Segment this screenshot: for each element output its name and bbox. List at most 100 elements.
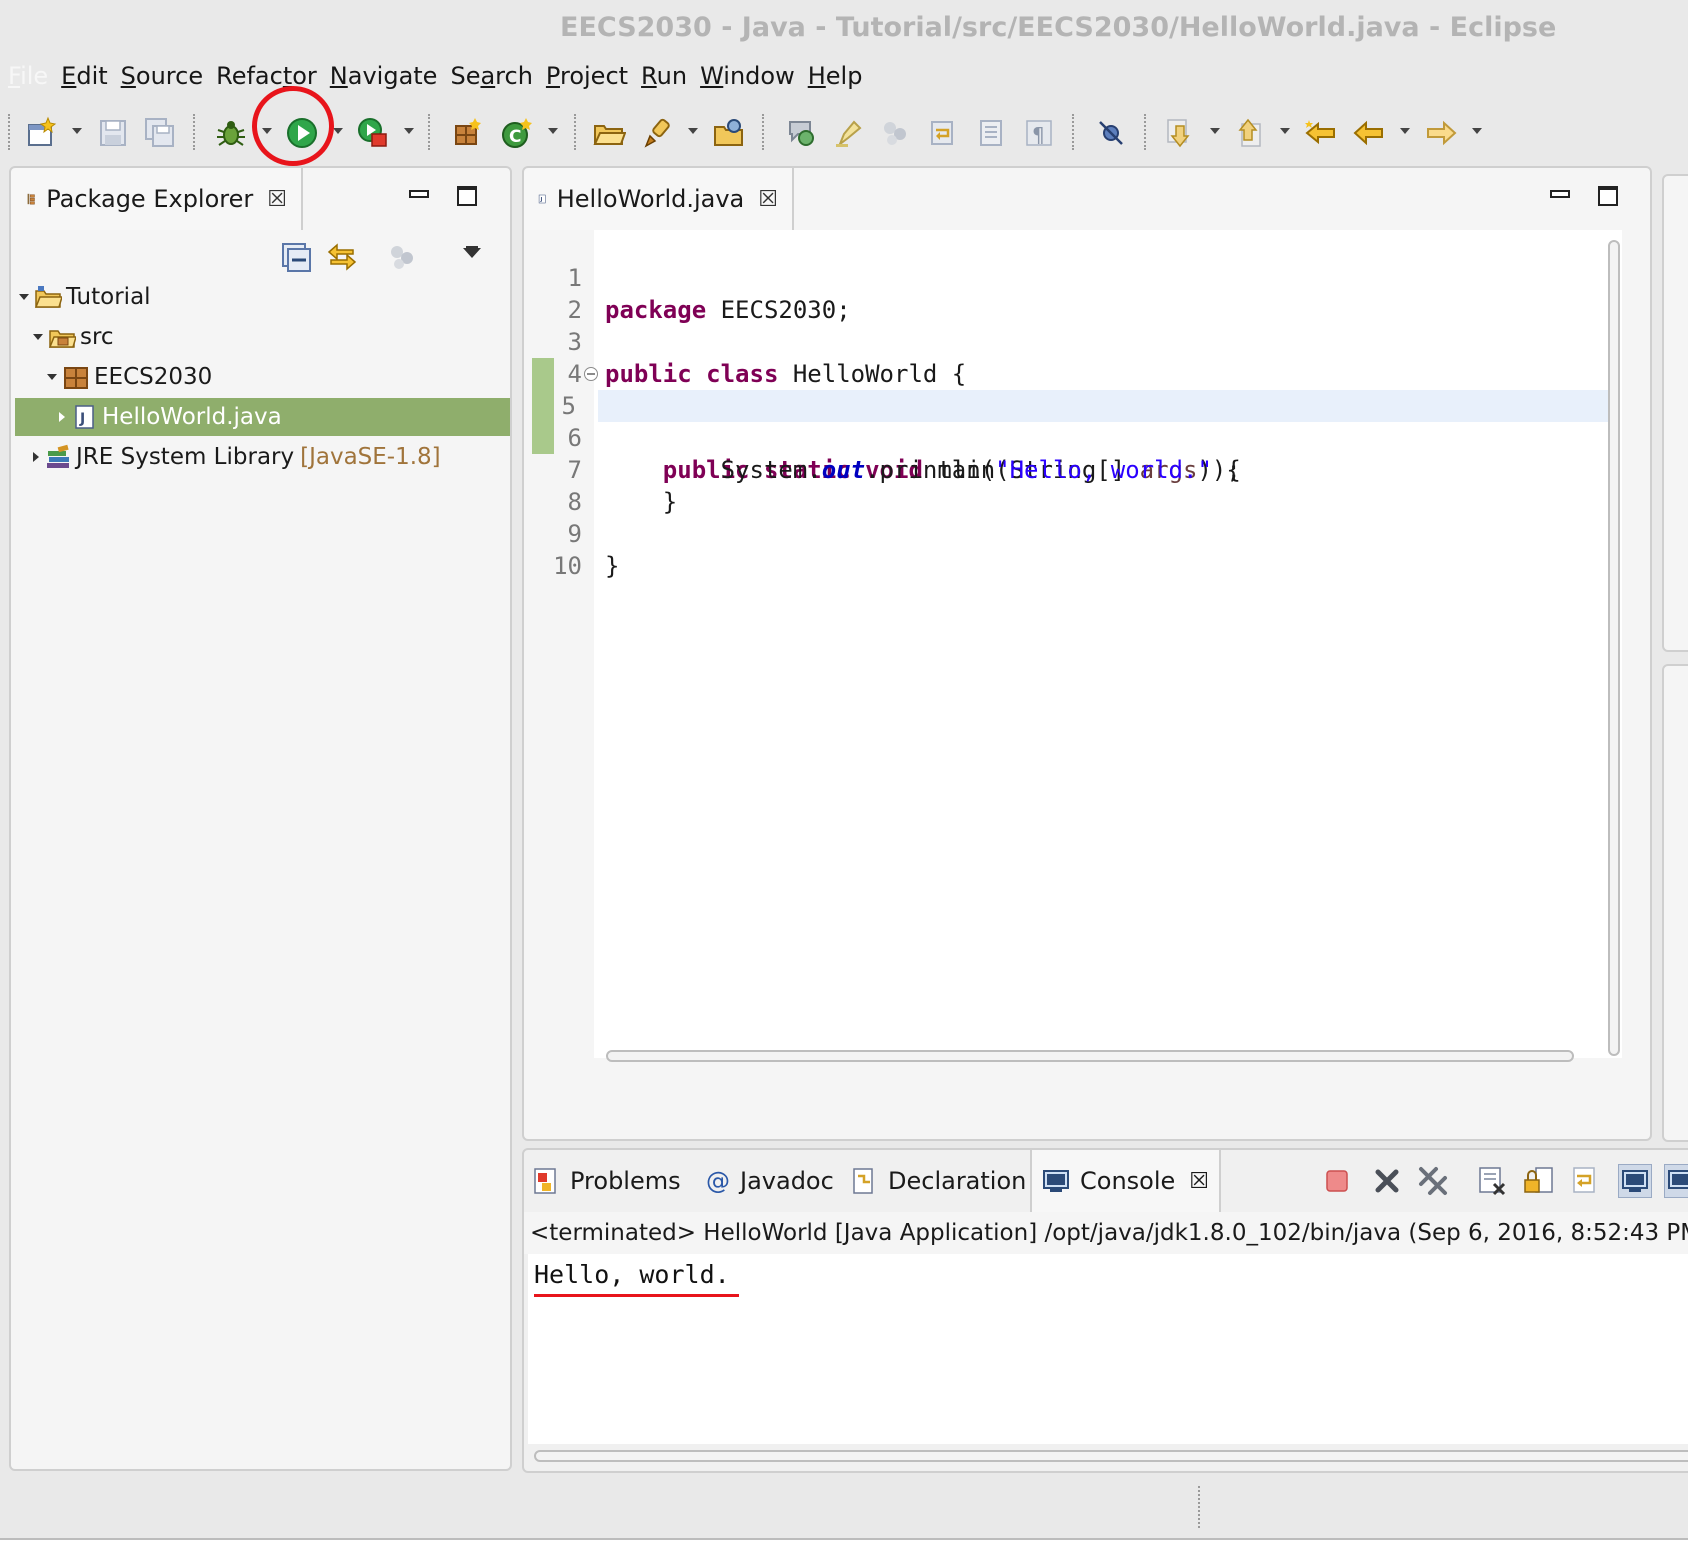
tab-console[interactable]: Console ☒ <box>1030 1150 1222 1212</box>
toggle-mark-occurrences-button[interactable] <box>784 116 818 150</box>
previous-annotation-button[interactable] <box>1232 116 1266 150</box>
tree-item-package[interactable]: EECS2030 <box>15 358 510 396</box>
close-icon[interactable]: ☒ <box>758 187 778 212</box>
close-icon[interactable]: ☒ <box>267 187 287 212</box>
tree-item-jre-library[interactable]: JRE System Library [JavaSE-1.8] <box>15 438 510 476</box>
skip-breakpoints-button[interactable] <box>1094 116 1128 150</box>
maximize-button[interactable] <box>1598 186 1618 206</box>
remove-launch-button[interactable] <box>1370 1164 1404 1198</box>
menu-navigate[interactable]: Navigate <box>317 62 438 90</box>
expand-toggle-icon[interactable] <box>47 374 57 380</box>
new-class-dropdown-arrow[interactable] <box>548 128 558 134</box>
code-line-8[interactable]: 8 <box>528 454 1622 516</box>
expand-toggle-icon[interactable] <box>33 334 43 340</box>
editor-vertical-scrollbar[interactable] <box>1608 240 1620 1056</box>
minimize-button[interactable] <box>409 190 429 198</box>
word-wrap-icon <box>1573 1167 1595 1193</box>
menu-window[interactable]: Window <box>687 62 795 90</box>
open-type-button[interactable] <box>592 116 626 150</box>
new-dropdown-arrow[interactable] <box>72 128 82 134</box>
code-line-6-current[interactable]: 6 System.out.println("Hello, world."); <box>568 390 1616 484</box>
maximize-button[interactable] <box>457 186 477 206</box>
pin-console-button[interactable] <box>1618 1164 1652 1198</box>
toggle-block-selection-button[interactable] <box>974 116 1008 150</box>
code-line-7[interactable]: 7 } <box>528 422 1622 516</box>
code-line-10[interactable]: 10 <box>528 518 1622 580</box>
close-icon[interactable]: ☒ <box>1189 1169 1209 1194</box>
tree-item-tutorial[interactable]: Tutorial <box>15 278 510 316</box>
forward-dropdown-arrow[interactable] <box>1472 128 1482 134</box>
svg-text:C: C <box>509 127 521 147</box>
fold-collapse-icon[interactable] <box>584 367 598 381</box>
back-dropdown-arrow[interactable] <box>1400 128 1410 134</box>
tab-problems[interactable]: Problems <box>532 1150 681 1212</box>
next-annotation-button[interactable] <box>1162 116 1196 150</box>
menu-project[interactable]: Project <box>533 62 628 90</box>
code-line-2[interactable]: 2 <box>528 262 1622 324</box>
jre-version-label: [JavaSE-1.8] <box>300 444 441 470</box>
new-java-class-button[interactable]: C <box>500 116 534 150</box>
last-edit-location-button[interactable] <box>1304 116 1338 150</box>
expand-toggle-icon[interactable] <box>33 452 39 462</box>
clear-console-button[interactable] <box>1476 1164 1510 1198</box>
focus-on-task-button[interactable] <box>385 240 419 274</box>
word-wrap-button[interactable] <box>1568 1164 1602 1198</box>
tree-item-label: JRE System Library <box>76 444 295 470</box>
console-output-area[interactable]: Hello, world. <box>528 1254 1688 1444</box>
external-tools-dropdown-arrow[interactable] <box>404 128 414 134</box>
run-dropdown-arrow[interactable] <box>333 128 343 134</box>
new-java-package-button[interactable] <box>450 116 484 150</box>
code-editor[interactable]: 1 package EECS2030; 2 3 public class Hel… <box>528 230 1622 1058</box>
expand-toggle-icon[interactable] <box>59 412 65 422</box>
menu-source[interactable]: Source <box>108 62 203 90</box>
menu-search[interactable]: Search <box>437 62 532 90</box>
tree-item-src[interactable]: src <box>15 318 510 356</box>
back-button[interactable] <box>1352 116 1386 150</box>
menu-help[interactable]: Help <box>795 62 863 90</box>
toggle-breadcrumb-button[interactable] <box>878 116 912 150</box>
new-wizard-button[interactable] <box>24 116 58 150</box>
link-with-editor-button[interactable] <box>325 240 359 274</box>
tree-item-helloworld-java[interactable]: J HelloWorld.java <box>15 398 510 436</box>
code-line-4[interactable]: 4 <box>528 326 1622 388</box>
code-line-1[interactable]: 1 package EECS2030; <box>528 230 1622 324</box>
toggle-highlight-button[interactable] <box>832 116 866 150</box>
run-button[interactable] <box>285 116 319 150</box>
open-task-button[interactable] <box>640 116 674 150</box>
save-all-icon <box>145 118 174 147</box>
save-all-button[interactable] <box>143 116 177 150</box>
code-line-3[interactable]: 3 public class HelloWorld { <box>528 294 1622 388</box>
menu-edit[interactable]: Edit <box>48 62 107 90</box>
expand-toggle-icon[interactable] <box>19 294 29 300</box>
next-annotation-dropdown-arrow[interactable] <box>1210 128 1220 134</box>
remove-all-terminated-button[interactable] <box>1416 1164 1450 1198</box>
search-button[interactable] <box>712 116 746 150</box>
collapse-all-button[interactable] <box>279 240 313 274</box>
toggle-word-wrap-button[interactable] <box>926 116 960 150</box>
debug-button[interactable] <box>214 116 248 150</box>
package-icon <box>64 367 88 389</box>
editor-horizontal-scrollbar[interactable] <box>606 1050 1574 1062</box>
minimize-button[interactable] <box>1550 190 1570 198</box>
forward-button[interactable] <box>1424 116 1458 150</box>
tab-javadoc[interactable]: @ Javadoc <box>706 1150 834 1212</box>
tab-declaration[interactable]: Declaration <box>850 1150 1026 1212</box>
menu-run[interactable]: Run <box>628 62 687 90</box>
terminate-button[interactable] <box>1320 1164 1354 1198</box>
tab-helloworld-java[interactable]: J HelloWorld.java ☒ <box>524 168 794 230</box>
display-selected-console-button[interactable] <box>1664 1164 1688 1198</box>
code-line-5[interactable]: 5 public static void main(String[] args)… <box>528 358 1622 484</box>
open-task-dropdown-arrow[interactable] <box>688 128 698 134</box>
scroll-lock-button[interactable] <box>1522 1164 1556 1198</box>
menu-refactor[interactable]: Refactor <box>203 62 317 90</box>
view-menu-icon[interactable] <box>463 248 481 258</box>
debug-dropdown-arrow[interactable] <box>262 128 272 134</box>
previous-annotation-dropdown-arrow[interactable] <box>1280 128 1290 134</box>
save-button[interactable] <box>96 116 130 150</box>
menu-file[interactable]: File <box>0 62 48 90</box>
tab-package-explorer[interactable]: Package Explorer ☒ <box>11 168 303 230</box>
show-whitespace-button[interactable]: ¶ <box>1022 116 1056 150</box>
console-horizontal-scrollbar[interactable] <box>534 1450 1688 1462</box>
external-tools-button[interactable] <box>356 116 390 150</box>
code-line-9[interactable]: 9 } <box>528 486 1622 580</box>
